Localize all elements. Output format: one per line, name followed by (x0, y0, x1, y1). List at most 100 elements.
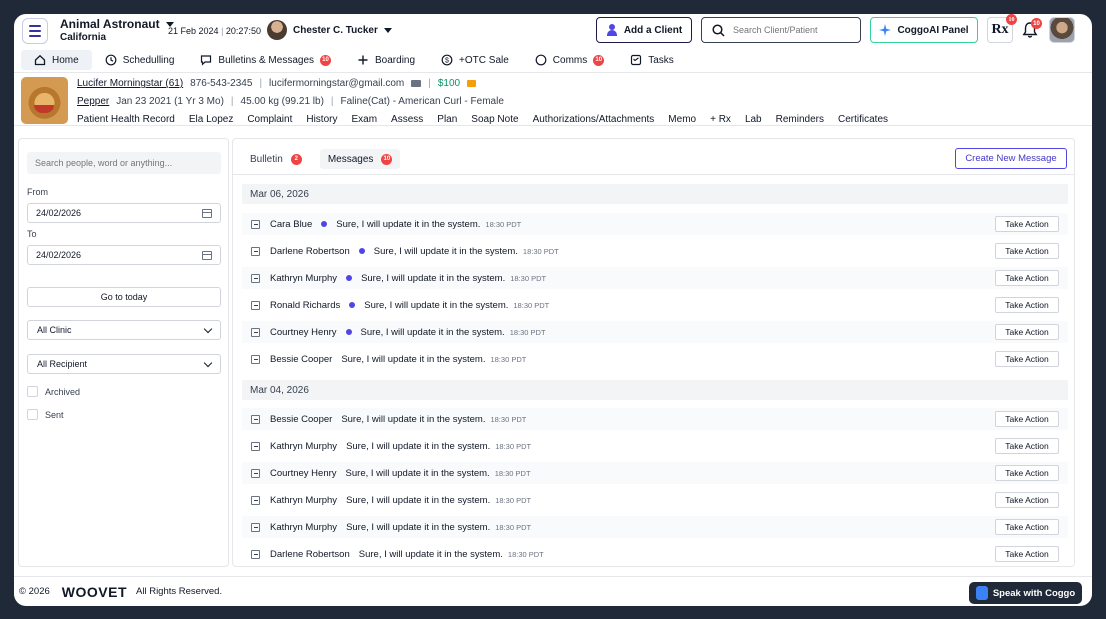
link-plan[interactable]: Plan (437, 114, 457, 125)
create-message-button[interactable]: Create New Message (955, 148, 1067, 169)
unread-dot-icon (349, 302, 356, 308)
nav-label: Schedulling (122, 54, 175, 66)
collapse-icon[interactable] (251, 219, 260, 229)
collapse-icon[interactable] (251, 273, 260, 283)
link-soap-note[interactable]: Soap Note (471, 114, 518, 125)
message-row[interactable]: Cara Blue Sure, I will update it in the … (242, 213, 1068, 235)
clinic-select-value: All Clinic (37, 325, 72, 335)
message-row[interactable]: Ronald Richards Sure, I will update it i… (242, 294, 1068, 316)
message-row[interactable]: Courtney Henry Sure, I will update it in… (242, 321, 1068, 343)
to-date-field[interactable]: 24/02/2026 (27, 245, 221, 265)
collapse-icon[interactable] (251, 327, 260, 337)
collapse-icon[interactable] (251, 549, 260, 559)
message-time: 18:30 PDT (509, 327, 546, 337)
link-history[interactable]: History (306, 114, 337, 125)
link-rx[interactable]: + Rx (710, 114, 731, 125)
take-action-button[interactable]: Take Action (995, 492, 1059, 508)
nav-tasks[interactable]: Tasks (617, 50, 687, 70)
calendar-icon[interactable] (202, 208, 212, 218)
message-row[interactable]: Darlene Robertson Sure, I will update it… (242, 543, 1068, 565)
link-memo[interactable]: Memo (668, 114, 696, 125)
message-time: 18:30 PDT (522, 246, 559, 256)
take-action-button[interactable]: Take Action (995, 270, 1059, 286)
divider: | (259, 78, 263, 89)
rx-button[interactable]: Rx 10 (987, 14, 1017, 43)
message-row[interactable]: Kathryn Murphy Sure, I will update it in… (242, 489, 1068, 511)
collapse-icon[interactable] (251, 414, 260, 424)
search-input[interactable] (733, 25, 853, 35)
sent-filter[interactable]: Sent (27, 409, 64, 420)
message-row[interactable]: Kathryn Murphy Sure, I will update it in… (242, 516, 1068, 538)
message-row[interactable]: Courtney Henry Sure, I will update it in… (242, 462, 1068, 484)
menu-icon[interactable] (22, 18, 48, 44)
take-action-button[interactable]: Take Action (995, 216, 1059, 232)
message-row[interactable]: Kathryn Murphy Sure, I will update it in… (242, 267, 1068, 289)
cart-icon[interactable] (467, 80, 477, 87)
from-date-field[interactable]: 24/02/2026 (27, 203, 221, 223)
take-action-button[interactable]: Take Action (995, 411, 1059, 427)
filter-search-input[interactable] (35, 158, 215, 168)
link-exam[interactable]: Exam (351, 114, 377, 125)
take-action-button[interactable]: Take Action (995, 438, 1059, 454)
tab-bulletin[interactable]: Bulletin 2 (242, 149, 310, 169)
message-row[interactable]: Kathryn Murphy Sure, I will update it in… (242, 435, 1068, 457)
message-row[interactable]: Bessie Cooper Sure, I will update it in … (242, 348, 1068, 370)
message-row[interactable]: Darlene Robertson Sure, I will update it… (242, 240, 1068, 262)
collapse-icon[interactable] (251, 246, 260, 256)
go-to-today-button[interactable]: Go to today (27, 287, 221, 307)
link-lab[interactable]: Lab (745, 114, 762, 125)
calendar-icon[interactable] (202, 250, 212, 260)
take-action-button[interactable]: Take Action (995, 465, 1059, 481)
nav-bulletins-messages[interactable]: Bulletins & Messages 10 (187, 50, 344, 70)
archived-checkbox[interactable] (27, 386, 38, 397)
nav-scheduling[interactable]: Schedulling (92, 50, 188, 70)
message-sender: Darlene Robertson (270, 245, 350, 257)
nav-comms[interactable]: Comms 10 (522, 50, 617, 70)
collapse-icon[interactable] (251, 441, 260, 451)
collapse-icon[interactable] (251, 495, 260, 505)
take-action-button[interactable]: Take Action (995, 243, 1059, 259)
pet-name-link[interactable]: Pepper (77, 96, 109, 107)
link-doctor[interactable]: Ela Lopez (189, 114, 233, 125)
archived-filter[interactable]: Archived (27, 386, 80, 397)
mail-icon[interactable] (411, 80, 422, 87)
link-health-record[interactable]: Patient Health Record (77, 114, 175, 125)
take-action-button[interactable]: Take Action (995, 351, 1059, 367)
nav-otc-sale[interactable]: $ +OTC Sale (428, 50, 522, 70)
coggo-ai-panel-button[interactable]: CoggoAI Panel (870, 17, 978, 43)
owner-name-link[interactable]: Lucifer Morningstar (61) (77, 78, 183, 89)
collapse-icon[interactable] (251, 522, 260, 532)
add-client-button[interactable]: Add a Client (596, 17, 692, 43)
link-certificates[interactable]: Certificates (838, 114, 888, 125)
message-sender: Darlene Robertson (270, 548, 350, 560)
take-action-button[interactable]: Take Action (995, 324, 1059, 340)
take-action-button[interactable]: Take Action (995, 297, 1059, 313)
collapse-icon[interactable] (251, 354, 260, 364)
notifications-button[interactable]: 10 (1021, 18, 1042, 41)
take-action-button[interactable]: Take Action (995, 519, 1059, 535)
sent-checkbox[interactable] (27, 409, 38, 420)
user-menu[interactable]: Chester C. Tucker (267, 20, 392, 40)
link-assess[interactable]: Assess (391, 114, 423, 125)
take-action-button[interactable]: Take Action (995, 546, 1059, 562)
nav-boarding[interactable]: Boarding (344, 50, 428, 70)
clinic-selector[interactable]: Animal Astronaut California (60, 17, 174, 43)
filter-search[interactable] (27, 152, 221, 174)
link-authorizations[interactable]: Authorizations/Attachments (533, 114, 655, 125)
message-sender: Bessie Cooper (270, 413, 333, 425)
pet-weight: 45.00 kg (99.21 lb) (240, 96, 324, 107)
message-row[interactable]: Bessie Cooper Sure, I will update it in … (242, 408, 1068, 430)
collapse-icon[interactable] (251, 300, 260, 310)
tab-messages[interactable]: Messages 10 (319, 149, 401, 169)
client-search[interactable] (701, 17, 861, 43)
speak-with-coggo-button[interactable]: Speak with Coggo (969, 582, 1082, 604)
recipient-select[interactable]: All Recipient (27, 354, 221, 374)
link-reminders[interactable]: Reminders (776, 114, 824, 125)
message-text: Sure, I will update it in the system. (358, 548, 503, 560)
unread-dot-icon (345, 329, 352, 335)
profile-avatar[interactable] (1049, 17, 1075, 43)
collapse-icon[interactable] (251, 468, 260, 478)
clinic-select[interactable]: All Clinic (27, 320, 221, 340)
link-complaint[interactable]: Complaint (247, 114, 292, 125)
nav-home[interactable]: Home (21, 50, 92, 70)
